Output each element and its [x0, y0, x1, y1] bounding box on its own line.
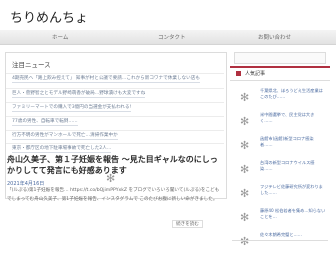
loading-spinner-icon: ✻: [240, 139, 250, 152]
main-nav: ホーム コンタクト お問い合わせ: [0, 30, 336, 45]
news-item[interactable]: 巨人・菅野智之とモデル野崎萌香が破局…野球漬けも大変ですね: [6, 88, 224, 99]
sidebar-post-link[interactable]: 函館市(函館)新型コロナ感染者……: [260, 136, 326, 148]
loading-spinner-icon: ✻: [240, 187, 250, 200]
news-item-link[interactable]: 4期売民へ「路上飲み控えて」 知事が村と公議で要請…これから新コワナで休業しない…: [12, 76, 200, 83]
post-excerpt: 「(ルぷる)第1子妊娠を報告… https://t.co/bQjimPPYxkZ…: [7, 188, 220, 202]
sidebar-search-box[interactable]: [234, 52, 326, 64]
news-item-link[interactable]: 巨人・菅野智之とモデル野崎萌香が破局…野球漬けも大変ですね: [12, 91, 146, 98]
sidebar-post-link[interactable]: フジテレビ佐藤研究所が変わりました……: [260, 184, 326, 196]
post-thumbnail[interactable]: ✻: [236, 89, 256, 106]
sidebar-footer-divider: [232, 240, 328, 253]
nav-item-contact[interactable]: コンタクト: [158, 33, 186, 41]
news-item-link[interactable]: ファミリーマートでの購入で3億円の当選金が支払われる!: [12, 105, 132, 112]
news-box: 注目ニュース 4期売民へ「路上飲み控えて」 知事が村と公議で要請…これから新コワ…: [5, 52, 227, 199]
sidebar-post-link[interactable]: 台湾の新型コロナウイルス感染……: [260, 160, 326, 172]
news-item[interactable]: 東京・都庁区の地下駐車場事故で死亡した2人…: [6, 143, 224, 154]
post-thumbnail[interactable]: ✻: [236, 185, 256, 202]
loading-spinner-icon: ✻: [240, 91, 250, 104]
sidebar-heading-label: 人気記事: [245, 71, 266, 77]
news-item-link[interactable]: 東京・都庁区の地下駐車場事故で死亡した2人…: [12, 146, 112, 153]
loading-spinner-icon: ✻: [240, 163, 250, 176]
nav-item-home[interactable]: ホーム: [52, 33, 68, 41]
sidebar-post-link[interactable]: 佐々木朗希完璧と……: [260, 232, 326, 238]
popular-posts-heading: 人気記事: [230, 66, 330, 81]
post-thumbnail[interactable]: ✻: [236, 113, 256, 130]
loading-spinner-icon: ✻: [240, 115, 250, 128]
ranking-icon: [236, 71, 241, 76]
loading-spinner-icon: ✻: [240, 211, 250, 224]
main-content: 注目ニュース 4期売民へ「路上飲み控えて」 知事が村と公議で要請…これから新コワ…: [5, 52, 227, 199]
news-title: 注目ニュース: [12, 61, 51, 69]
news-item[interactable]: 77歳の男性、自転車で転倒……: [6, 116, 224, 127]
sidebar: 人気記事 ✻ 千葉県北、ほろうどえ生活産業はこのたび…… ✻ 米中間選挙で、民主…: [230, 52, 330, 252]
post-thumbnail[interactable]: ✻: [236, 137, 256, 154]
post-date: 2021年4月16日: [7, 181, 45, 187]
site-title[interactable]: ちりめんちょ: [10, 7, 88, 26]
sidebar-post-link[interactable]: 千葉県北、ほろうどえ生活産業はこのたび……: [260, 88, 326, 100]
sidebar-post-link[interactable]: 米中間選挙で、民主党は大きく……: [260, 112, 326, 124]
post-thumbnail[interactable]: ✻: [236, 209, 256, 226]
news-item[interactable]: 4期売民へ「路上飲み控えて」 知事が村と公議で要請…これから新コワナで休業しない…: [6, 73, 224, 84]
post-title[interactable]: 舟山久美子、第１子妊娠を報告 ～見た目ギャルなのにしっかりしてて発言にも好感あり…: [7, 154, 221, 176]
post-thumbnail[interactable]: ✻: [236, 161, 256, 178]
news-item-link[interactable]: 行方不明の男性がマンホールで死亡…清掃作業中か: [12, 133, 118, 140]
sidebar-post-link[interactable]: 藤原40 松伯若者を集め…知らないことを…: [260, 208, 326, 220]
news-item[interactable]: ファミリーマートでの購入で3億円の当選金が支払われる!: [6, 102, 224, 113]
nav-item-inquiry[interactable]: お問い合わせ: [258, 33, 291, 41]
news-item-link[interactable]: 77歳の男性、自転車で転倒……: [12, 119, 78, 126]
news-item[interactable]: 行方不明の男性がマンホールで死亡…清掃作業中か: [6, 130, 224, 141]
read-more-button[interactable]: 続きを読む: [172, 220, 203, 228]
